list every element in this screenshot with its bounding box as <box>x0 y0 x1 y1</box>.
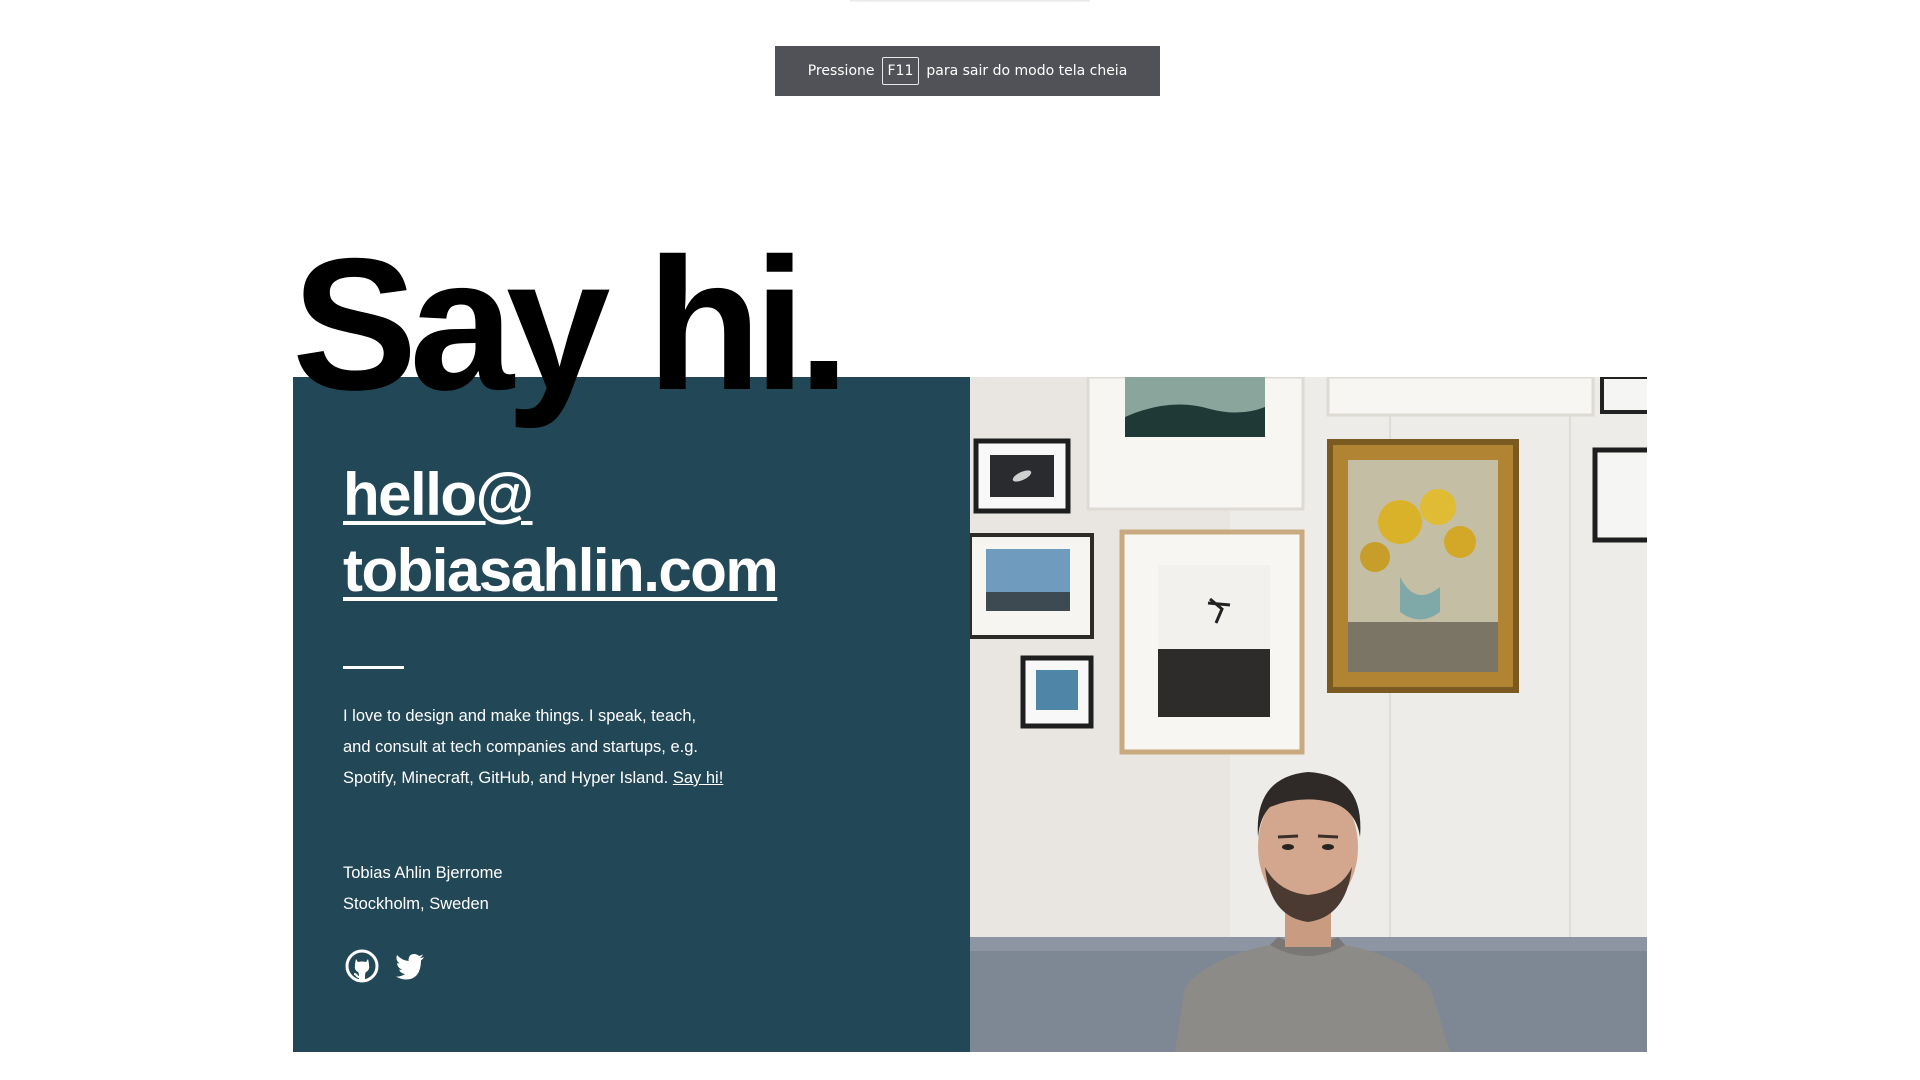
fullscreen-key-badge: F11 <box>881 57 920 85</box>
twitter-icon[interactable] <box>393 949 427 983</box>
github-icon[interactable] <box>345 949 379 983</box>
bio-text: I love to design and make things. I spea… <box>343 701 728 794</box>
divider <box>343 666 404 669</box>
email-line-2: tobiasahlin.com <box>343 537 779 604</box>
browser-top-edge <box>850 0 1090 3</box>
person-location: Stockholm, Sweden <box>343 895 489 913</box>
fullscreen-notice: Pressione F11 para sair do modo tela che… <box>775 46 1160 96</box>
bio-body: I love to design and make things. I spea… <box>343 707 698 787</box>
fullscreen-notice-suffix: para sair do modo tela cheia <box>926 63 1128 79</box>
address-block: Tobias Ahlin Bjerrome Stockholm, Sweden <box>343 858 503 920</box>
fullscreen-notice-prefix: Pressione <box>807 63 875 79</box>
email-link[interactable]: hello@ tobiasahlin.com <box>343 457 863 609</box>
person-name: Tobias Ahlin Bjerrome <box>343 864 503 882</box>
email-line-1: hello@ <box>343 461 534 528</box>
social-links <box>345 949 427 983</box>
page-title: Say hi. <box>292 219 850 429</box>
portrait-photo <box>970 377 1647 1052</box>
say-hi-link[interactable]: Say hi! <box>673 769 723 787</box>
contact-panel: hello@ tobiasahlin.com I love to design … <box>293 377 970 1052</box>
